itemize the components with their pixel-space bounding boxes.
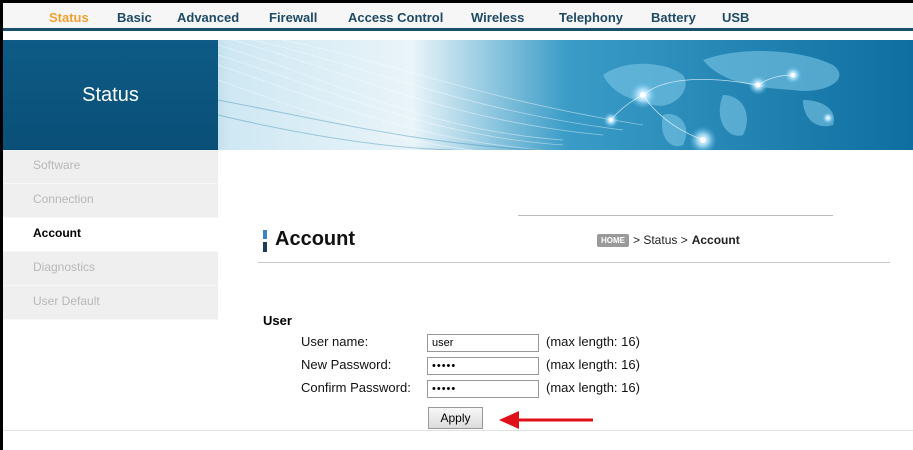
confirm-password-field[interactable]: ••••• xyxy=(427,380,539,398)
username-field[interactable]: user xyxy=(427,334,539,352)
sidebar-item-diagnostics[interactable]: Diagnostics xyxy=(3,252,218,286)
new-password-field[interactable]: ••••• xyxy=(427,357,539,375)
nav-basic[interactable]: Basic xyxy=(117,10,152,25)
red-arrow-icon xyxy=(499,411,593,429)
nav-status[interactable]: Status xyxy=(49,10,89,25)
sidebar-item-connection[interactable]: Connection xyxy=(3,184,218,218)
username-hint: (max length: 16) xyxy=(546,334,640,349)
username-label: User name: xyxy=(301,334,369,349)
sidebar: Software Connection Account Diagnostics … xyxy=(3,150,218,320)
sidebar-item-software[interactable]: Software xyxy=(3,150,218,184)
sidebar-item-account[interactable]: Account xyxy=(3,218,218,252)
new-password-hint: (max length: 16) xyxy=(546,357,640,372)
new-password-label: New Password: xyxy=(301,357,392,372)
nav-wireless[interactable]: Wireless xyxy=(471,10,524,25)
page-title: Account xyxy=(275,228,355,250)
sidebar-item-user-default[interactable]: User Default xyxy=(3,286,218,320)
banner-title: Status xyxy=(82,83,139,106)
footer-rule xyxy=(3,430,913,431)
breadcrumb-trail: > Status > xyxy=(633,233,688,247)
home-icon[interactable]: HOME xyxy=(597,233,629,247)
confirm-password-label: Confirm Password: xyxy=(301,380,411,395)
section-title-user: User xyxy=(263,313,292,328)
title-divider xyxy=(258,262,890,263)
banner: Status xyxy=(3,40,913,150)
nav-firewall[interactable]: Firewall xyxy=(269,10,317,25)
breadcrumb: HOME > Status > Account xyxy=(597,233,740,247)
top-nav: Status Basic Advanced Firewall Access Co… xyxy=(3,3,913,31)
nav-access-control[interactable]: Access Control xyxy=(348,10,443,25)
header-rule xyxy=(518,215,833,216)
nav-battery[interactable]: Battery xyxy=(651,10,696,25)
breadcrumb-current: Account xyxy=(691,233,740,247)
nav-usb[interactable]: USB xyxy=(722,10,749,25)
nav-telephony[interactable]: Telephony xyxy=(559,10,623,25)
confirm-password-hint: (max length: 16) xyxy=(546,380,640,395)
nav-advanced[interactable]: Advanced xyxy=(177,10,239,25)
apply-button[interactable]: Apply xyxy=(428,407,483,429)
title-accent-bar xyxy=(263,230,267,252)
